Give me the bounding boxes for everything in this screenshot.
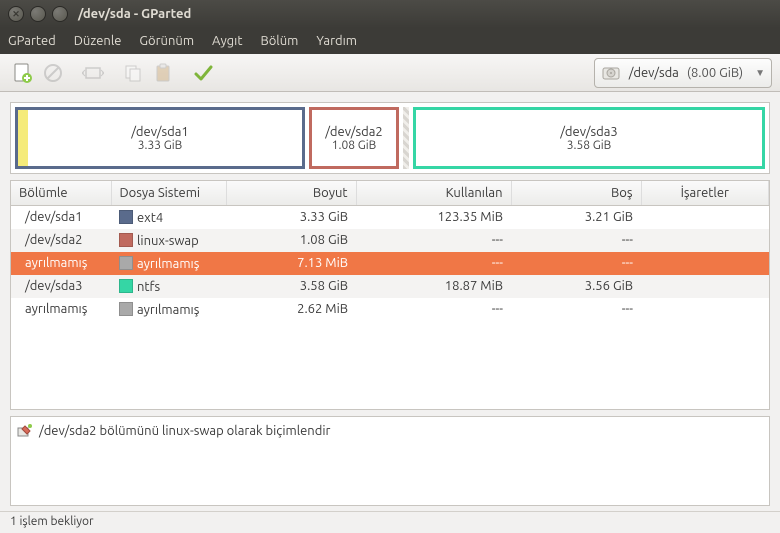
- col-size[interactable]: Boyut: [226, 181, 356, 205]
- cell-size: 1.08 GiB: [226, 229, 356, 252]
- table-row[interactable]: /dev/sda1ext43.33 GiB123.35 MiB3.21 GiB: [11, 205, 769, 229]
- forbidden-icon: [43, 63, 63, 83]
- cell-flags: [641, 252, 769, 275]
- window-title: /dev/sda - GParted: [78, 7, 191, 21]
- minimize-button[interactable]: [30, 6, 46, 22]
- pending-operation-item[interactable]: /dev/sda2 bölümünü linux-swap olarak biç…: [17, 423, 763, 439]
- menu-partition[interactable]: Bölüm: [260, 34, 298, 48]
- copy-button: [118, 58, 148, 88]
- copy-icon: [123, 63, 143, 83]
- cell-flags: [641, 298, 769, 321]
- cell-filesystem: ntfs: [111, 275, 226, 298]
- cell-free: ---: [511, 252, 641, 275]
- device-selector[interactable]: /dev/sda (8.00 GiB) ▼: [594, 58, 772, 88]
- cell-size: 7.13 MiB: [226, 252, 356, 275]
- graph-partition-name: /dev/sda1: [131, 125, 189, 139]
- graph-partition-size: 3.33 GiB: [138, 139, 183, 152]
- table-row[interactable]: /dev/sda3ntfs3.58 GiB18.87 MiB3.56 GiB: [11, 275, 769, 298]
- cell-flags: [641, 229, 769, 252]
- toolbar: /dev/sda (8.00 GiB) ▼: [0, 54, 780, 92]
- paste-button: [148, 58, 178, 88]
- device-path: /dev/sda: [629, 66, 679, 80]
- cell-filesystem: ext4: [111, 205, 226, 229]
- menu-gparted[interactable]: GParted: [8, 34, 56, 48]
- checkmark-icon: [192, 62, 214, 84]
- cell-free: 3.21 GiB: [511, 205, 641, 229]
- pending-operation-text: /dev/sda2 bölümünü linux-swap olarak biç…: [39, 424, 330, 438]
- close-button[interactable]: ✕: [8, 6, 24, 22]
- graph-partition-sda1[interactable]: /dev/sda1 3.33 GiB: [15, 107, 305, 169]
- format-icon: [17, 423, 33, 439]
- fs-color-swatch: [119, 256, 133, 270]
- cell-size: 3.33 GiB: [226, 205, 356, 229]
- table-row[interactable]: ayrılmamışayrılmamış2.62 MiB------: [11, 298, 769, 321]
- maximize-button[interactable]: [52, 6, 68, 22]
- fs-color-swatch: [119, 210, 133, 224]
- status-text: 1 işlem bekliyor: [10, 515, 94, 528]
- cell-used: ---: [356, 229, 511, 252]
- col-partition[interactable]: Bölümle: [11, 181, 111, 205]
- fs-color-swatch: [119, 302, 133, 316]
- resize-icon: [82, 64, 104, 82]
- menu-device[interactable]: Aygıt: [212, 34, 242, 48]
- graph-unallocated[interactable]: [403, 107, 409, 169]
- harddisk-icon: [601, 64, 621, 82]
- pending-operations: /dev/sda2 bölümünü linux-swap olarak biç…: [10, 416, 770, 506]
- graph-partition-sda3[interactable]: /dev/sda3 3.58 GiB: [413, 107, 765, 169]
- graph-partition-size: 1.08 GiB: [332, 139, 377, 152]
- statusbar: 1 işlem bekliyor: [0, 511, 780, 533]
- cell-filesystem: linux-swap: [111, 229, 226, 252]
- new-partition-button[interactable]: [8, 58, 38, 88]
- fs-color-swatch: [119, 233, 133, 247]
- graph-partition-sda2[interactable]: /dev/sda2 1.08 GiB: [309, 107, 399, 169]
- delete-button: [38, 58, 68, 88]
- apply-button[interactable]: [188, 58, 218, 88]
- chevron-down-icon: ▼: [755, 67, 765, 79]
- cell-flags: [641, 275, 769, 298]
- cell-free: ---: [511, 298, 641, 321]
- table-row[interactable]: /dev/sda2linux-swap1.08 GiB------: [11, 229, 769, 252]
- cell-used: ---: [356, 298, 511, 321]
- cell-partition: ayrılmamış: [11, 298, 111, 321]
- cell-used: 18.87 MiB: [356, 275, 511, 298]
- titlebar: ✕ /dev/sda - GParted: [0, 0, 780, 28]
- graph-partition-size: 3.58 GiB: [567, 139, 612, 152]
- partition-table: Bölümle Dosya Sistemi Boyut Kullanılan B…: [10, 180, 770, 410]
- table-row[interactable]: ayrılmamışayrılmamış7.13 MiB------: [11, 252, 769, 275]
- col-free[interactable]: Boş: [511, 181, 641, 205]
- cell-free: 3.56 GiB: [511, 275, 641, 298]
- menu-view[interactable]: Görünüm: [139, 34, 194, 48]
- partition-graph: /dev/sda1 3.33 GiB /dev/sda2 1.08 GiB /d…: [10, 102, 770, 174]
- graph-partition-name: /dev/sda3: [560, 125, 618, 139]
- cell-filesystem: ayrılmamış: [111, 298, 226, 321]
- document-new-icon: [12, 62, 34, 84]
- cell-used: ---: [356, 252, 511, 275]
- cell-free: ---: [511, 229, 641, 252]
- cell-flags: [641, 205, 769, 229]
- menu-help[interactable]: Yardım: [316, 34, 357, 48]
- col-used[interactable]: Kullanılan: [356, 181, 511, 205]
- cell-used: 123.35 MiB: [356, 205, 511, 229]
- cell-partition: /dev/sda3: [11, 275, 111, 298]
- cell-filesystem: ayrılmamış: [111, 252, 226, 275]
- graph-partition-name: /dev/sda2: [325, 125, 383, 139]
- cell-size: 2.62 MiB: [226, 298, 356, 321]
- cell-size: 3.58 GiB: [226, 275, 356, 298]
- col-filesystem[interactable]: Dosya Sistemi: [111, 181, 226, 205]
- menubar: GParted Düzenle Görünüm Aygıt Bölüm Yard…: [0, 28, 780, 54]
- col-flags[interactable]: İşaretler: [641, 181, 769, 205]
- cell-partition: /dev/sda2: [11, 229, 111, 252]
- fs-color-swatch: [119, 279, 133, 293]
- menu-edit[interactable]: Düzenle: [74, 34, 122, 48]
- cell-partition: /dev/sda1: [11, 205, 111, 229]
- paste-icon: [153, 63, 173, 83]
- resize-move-button: [78, 58, 108, 88]
- cell-partition: ayrılmamış: [11, 252, 111, 275]
- device-size: (8.00 GiB): [687, 66, 743, 80]
